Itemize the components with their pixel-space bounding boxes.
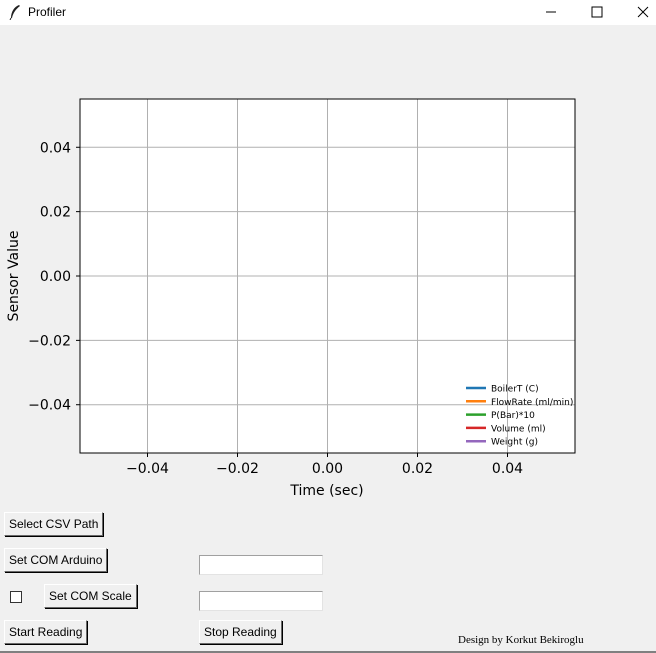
set-com-arduino-button[interactable]: Set COM Arduino (4, 548, 108, 572)
set-com-scale-button[interactable]: Set COM Scale (44, 584, 137, 608)
legend-label: Volume (ml) (491, 424, 546, 434)
window-title: Profiler (28, 5, 67, 19)
close-icon (637, 6, 649, 18)
start-reading-button[interactable]: Start Reading (4, 620, 88, 644)
y-tick-label: 0.02 (40, 205, 71, 221)
x-axis-label: Time (sec) (289, 483, 363, 499)
x-tick-label: −0.04 (126, 461, 169, 477)
maximize-icon (591, 6, 603, 18)
legend-label: BoilerT (C) (491, 385, 539, 395)
y-tick-label: −0.02 (28, 333, 71, 349)
y-tick-label: 0.00 (40, 269, 71, 285)
stop-reading-button[interactable]: Stop Reading (199, 620, 282, 644)
title-bar: Profiler (0, 0, 656, 25)
x-tick-label: −0.02 (216, 461, 259, 477)
close-button[interactable] (620, 0, 656, 25)
feather-icon (8, 4, 22, 21)
sensor-chart: −0.04 −0.02 0.00 0.02 0.04 0.04 0.02 0.00 −0.02 −… (0, 25, 638, 506)
arduino-port-input[interactable] (199, 555, 323, 575)
minimize-button[interactable] (528, 0, 574, 25)
x-tick-label: 0.04 (492, 461, 523, 477)
select-csv-path-button[interactable]: Select CSV Path (4, 512, 104, 536)
scale-checkbox[interactable] (10, 591, 22, 603)
x-tick-label: 0.00 (312, 461, 343, 477)
minimize-icon (546, 11, 556, 13)
credit-text: Design by Korkut Bekiroglu (458, 634, 584, 646)
chart-svg: −0.04 −0.02 0.00 0.02 0.04 0.04 0.02 0.00 −0.02 −… (6, 98, 576, 499)
y-tick-label: 0.04 (40, 140, 71, 156)
y-axis-label: Sensor Value (6, 231, 22, 322)
y-tick-label: −0.04 (28, 398, 71, 414)
legend-label: Weight (g) (491, 438, 538, 448)
legend-label: FlowRate (ml/min) (491, 398, 573, 408)
maximize-button[interactable] (574, 0, 620, 25)
x-tick-label: 0.02 (402, 461, 433, 477)
legend-label: P(Bar)*10 (491, 411, 535, 421)
scale-port-input[interactable] (199, 591, 323, 611)
